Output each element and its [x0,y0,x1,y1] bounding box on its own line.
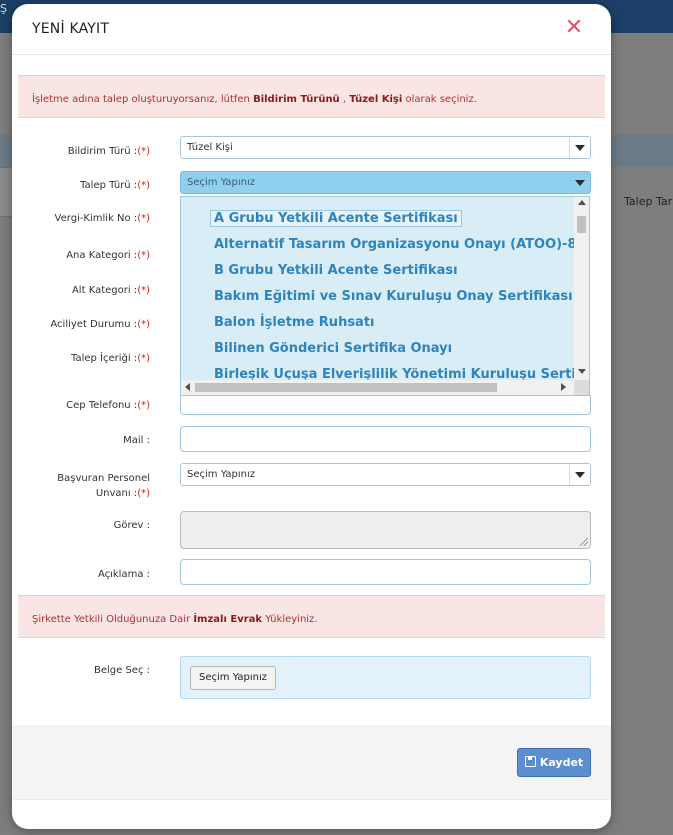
horizontal-scroll-thumb[interactable] [195,383,497,392]
chevron-down-icon [575,472,585,478]
label-text: Aciliyet Durumu : [50,319,138,330]
info-alert-text: İşletme adına talep oluşturuyorsanız, lü… [32,93,477,107]
alert-text-suffix: olarak seçiniz. [402,94,477,105]
horizontal-scrollbar[interactable] [181,380,589,395]
bildirim-turu-arrow[interactable] [569,137,590,158]
talep-turu-value: Seçim Yapınız [187,177,256,188]
label-text: Alt Kategori : [71,285,138,296]
label-cep-telefonu: Cep Telefonu :(*) [66,398,150,413]
label-belge-sec: Belge Seç : [93,665,150,676]
file-upload-box: Seçim Yapınız [180,656,591,699]
label-text: Unvanı : [95,488,138,499]
dropdown-option[interactable]: Bakım Eğitimi ve Sınav Kuruluşu Onay Ser… [214,289,573,304]
alert-text-mid: , [339,94,350,105]
label-text: Cep Telefonu : [66,400,138,411]
choose-file-button[interactable]: Seçim Yapınız [190,666,277,690]
label-text: Vergi-Kimlik No : [54,213,138,224]
new-record-modal: YENİ KAYIT ✕ İşletme adına talep oluştur… [12,4,611,829]
alert-text-suffix: Yükleyiniz. [262,614,318,625]
upload-alert: Şirkette Yetkili Olduğunuza Dair İmzalı … [18,595,605,638]
chevron-down-icon [575,180,585,186]
label-text: Talep Türü : [80,180,138,191]
dropdown-option[interactable]: Alternatif Tasarım Organizasyonu Onayı (… [214,237,586,252]
gorev-textarea[interactable] [180,511,591,549]
bildirim-turu-select[interactable]: Tüzel Kişi [180,136,591,159]
upload-alert-text: Şirkette Yetkili Olduğunuza Dair İmzalı … [32,613,318,627]
label-bildirim-turu: Bildirim Türü :(*) [68,144,150,159]
info-alert: İşletme adına talep oluşturuyorsanız, lü… [18,75,605,118]
save-button[interactable]: Kaydet [517,748,591,777]
bildirim-turu-value: Tüzel Kişi [187,142,233,153]
talep-turu-dropdown-list[interactable]: A Grubu Yetkili Acente Sertifikası Alter… [180,196,590,396]
required-mark: (*) [137,319,150,330]
required-mark: (*) [137,213,150,224]
alert-text-prefix: İşletme adına talep oluşturuyorsanız, lü… [32,94,254,105]
dropdown-option[interactable]: B Grubu Yetkili Acente Sertifikası [214,263,458,278]
required-mark: (*) [137,353,150,364]
background-table-cell [0,167,12,217]
label-ana-kategori: Ana Kategori :(*) [66,248,150,263]
dropdown-option[interactable]: Balon İşletme Ruhsatı [214,315,375,330]
required-mark: (*) [137,400,150,411]
label-text: Bildirim Türü : [67,146,138,157]
scroll-down-icon[interactable] [578,369,586,374]
talep-turu-select[interactable]: Seçim Yapınız [180,171,591,194]
label-aciliyet: Aciliyet Durumu :(*) [50,317,150,332]
floppy-disk-icon [524,756,536,767]
label-alt-kategori: Alt Kategori :(*) [72,283,150,298]
dropdown-option[interactable]: A Grubu Yetkili Acente Sertifikası [210,210,462,227]
background-column-label: Talep Tari [624,195,673,208]
close-icon[interactable]: ✕ [563,17,585,39]
talep-turu-arrow[interactable] [570,172,590,193]
label-talep-turu: Talep Türü :(*) [80,178,150,193]
vertical-scroll-thumb[interactable] [577,216,586,233]
label-basvuran-personel: Başvuran Personel [57,473,150,484]
chevron-down-icon [575,145,585,151]
alert-bold-bildirim: Bildirim Türünü [253,94,340,105]
cep-telefonu-input[interactable] [180,393,591,415]
scroll-up-icon[interactable] [578,200,586,205]
label-unvani: Unvanı :(*) [96,486,150,501]
scroll-left-icon[interactable] [185,383,190,391]
required-mark: (*) [137,285,150,296]
alert-bold-imzali: İmzalı Evrak [193,614,263,625]
background-topbar-glyph: Ş [0,2,7,15]
unvan-arrow[interactable] [569,464,590,485]
modal-header: YENİ KAYIT ✕ [12,4,611,55]
label-talep-icerigi: Talep İçeriği :(*) [71,351,150,366]
alert-bold-tuzel: Tüzel Kişi [349,94,403,105]
label-text: Talep İçeriği : [70,353,138,364]
label-gorev: Görev : [113,520,150,531]
required-mark: (*) [137,146,150,157]
vertical-scrollbar[interactable] [574,197,589,380]
required-mark: (*) [137,250,150,261]
modal-title: YENİ KAYIT [32,21,110,37]
unvan-select[interactable]: Seçim Yapınız [180,463,591,486]
unvan-value: Seçim Yapınız [187,469,256,480]
label-text: Ana Kategori : [66,250,138,261]
label-vergi-kimlik: Vergi-Kimlik No :(*) [55,211,150,226]
alert-text-prefix: Şirkette Yetkili Olduğunuza Dair [32,614,194,625]
mail-input[interactable] [180,426,591,452]
aciklama-input[interactable] [180,559,591,585]
save-button-label: Kaydet [539,756,584,769]
required-mark: (*) [137,180,150,191]
scrollbar-corner [574,380,589,395]
resize-grip-icon[interactable] [580,538,588,546]
label-aciklama: Açıklama : [97,569,150,580]
label-mail: Mail : [123,435,150,446]
scroll-right-icon[interactable] [561,383,566,391]
required-mark: (*) [137,488,150,499]
dropdown-option[interactable]: Bilinen Gönderici Sertifika Onayı [214,341,452,356]
